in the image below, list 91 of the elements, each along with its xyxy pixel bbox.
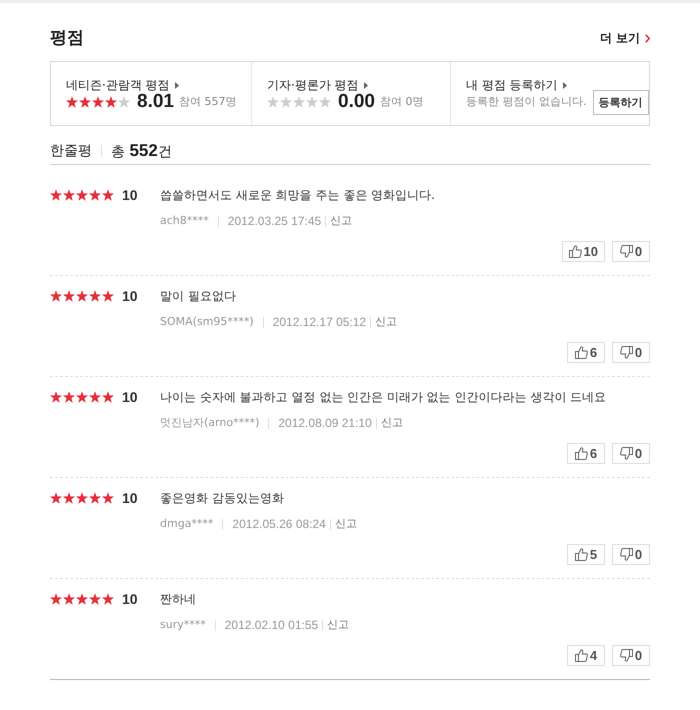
- report-link[interactable]: 신고: [375, 314, 398, 330]
- star-icon: [50, 391, 62, 403]
- star-icon: [102, 492, 114, 504]
- thumbs-down-icon: [620, 346, 633, 359]
- rating-link[interactable]: 기자·평론가 평점: [267, 77, 368, 93]
- star-icon: [92, 96, 104, 108]
- review-text: 나이는 숫자에 불과하고 열정 없는 인간은 미래가 없는 인간이다라는 생각이 드네요: [160, 389, 608, 406]
- star-icon: [63, 492, 75, 504]
- dislike-button[interactable]: 0: [612, 544, 650, 565]
- report-link[interactable]: 신고: [327, 617, 350, 633]
- section-title: 평점: [50, 27, 84, 49]
- participant-count: 참여 0명: [380, 94, 424, 110]
- dislike-button[interactable]: 0: [612, 241, 650, 262]
- star-icon: [63, 290, 75, 302]
- star-icon: [50, 492, 62, 504]
- review-date: 2012.03.25 17:45: [228, 213, 322, 229]
- thumbs-down-icon: [620, 447, 633, 460]
- star-icon: [63, 391, 75, 403]
- report-link[interactable]: 신고: [330, 213, 352, 229]
- thumbs-down-icon: [620, 649, 633, 662]
- star-icon: [50, 593, 62, 605]
- thumbs-up-icon: [574, 447, 588, 460]
- review-text: 짠하네: [160, 591, 197, 608]
- report-link[interactable]: 신고: [334, 516, 357, 532]
- star-icon: [89, 593, 101, 605]
- thumbs-up-icon: [574, 649, 588, 662]
- caret-icon: [562, 82, 567, 88]
- star-icon: [89, 492, 101, 504]
- star-icon: [89, 290, 101, 302]
- average-score: 8.01: [137, 93, 174, 111]
- no-rating-message: 등록한 평점이 없습니다.: [466, 94, 586, 110]
- star-icon: [66, 96, 78, 108]
- caret-icon: [174, 82, 179, 88]
- more-link[interactable]: 더 보기: [600, 30, 650, 46]
- thumbs-down-icon: [620, 548, 633, 561]
- participant-count: 참여 557명: [178, 94, 236, 110]
- review-text: 씁쓸하면서도 새로운 희망을 주는 좋은 영화입니다.: [160, 187, 436, 204]
- reviews-title: 한줄평: [50, 142, 92, 161]
- star-icon: [105, 96, 117, 108]
- review-date: 2012.02.10 01:55: [224, 617, 318, 633]
- review-score: 10: [122, 388, 138, 406]
- thumbs-up-icon: [568, 245, 582, 258]
- star-icon: [89, 391, 101, 403]
- star-icon: [89, 189, 101, 201]
- register-button[interactable]: 등록하기: [592, 90, 648, 114]
- review-author: dmga****: [160, 516, 214, 532]
- star-icon: [102, 189, 114, 201]
- star-icon: [50, 290, 62, 302]
- review-score: 10: [122, 590, 138, 608]
- star-icon: [76, 290, 88, 302]
- star-icon: [63, 189, 75, 201]
- review-score: 10: [122, 287, 138, 305]
- star-icon: [102, 391, 114, 403]
- review-text: 좋은영화 감동있는영화: [160, 490, 285, 507]
- review-date: 2012.08.09 21:10: [278, 415, 372, 431]
- like-button[interactable]: 6: [567, 443, 605, 464]
- register-link[interactable]: 내 평점 등록하기: [466, 77, 567, 93]
- thumbs-down-icon: [620, 245, 633, 258]
- star-icon: [63, 593, 75, 605]
- average-score: 0.00: [338, 93, 375, 111]
- thumbs-up-icon: [574, 346, 588, 359]
- review-text: 말이 필요없다: [160, 288, 237, 305]
- like-button[interactable]: 5: [567, 544, 605, 565]
- like-button[interactable]: 10: [562, 241, 605, 262]
- review-author: SOMA(sm95****): [160, 314, 254, 330]
- like-button[interactable]: 6: [567, 342, 605, 363]
- star-icon: [76, 189, 88, 201]
- review-date: 2012.05.26 08:24: [232, 516, 326, 532]
- review-count: 총 552건: [111, 140, 172, 162]
- star-icon: [102, 593, 114, 605]
- review-author: ach8****: [160, 213, 209, 229]
- thumbs-up-icon: [574, 548, 588, 561]
- star-icon: [79, 96, 91, 108]
- like-button[interactable]: 4: [567, 645, 605, 666]
- star-icon: [76, 391, 88, 403]
- review-author: 멋진남자(arno****): [160, 415, 260, 431]
- star-icon: [102, 290, 114, 302]
- review-author: sury****: [160, 617, 206, 633]
- chevron-icon: [645, 34, 650, 42]
- review-score: 10: [122, 489, 138, 507]
- review-date: 2012.12.17 05:12: [272, 314, 366, 330]
- star-icon: [76, 593, 88, 605]
- dislike-button[interactable]: 0: [612, 342, 650, 363]
- caret-icon: [364, 82, 368, 88]
- rating-link[interactable]: 네티즌·관람객 평점: [66, 77, 179, 93]
- dislike-button[interactable]: 0: [612, 645, 650, 666]
- review-score: 10: [122, 186, 138, 204]
- dislike-button[interactable]: 0: [612, 443, 650, 464]
- star-icon: [50, 189, 62, 201]
- star-icon: [76, 492, 88, 504]
- report-link[interactable]: 신고: [380, 415, 403, 431]
